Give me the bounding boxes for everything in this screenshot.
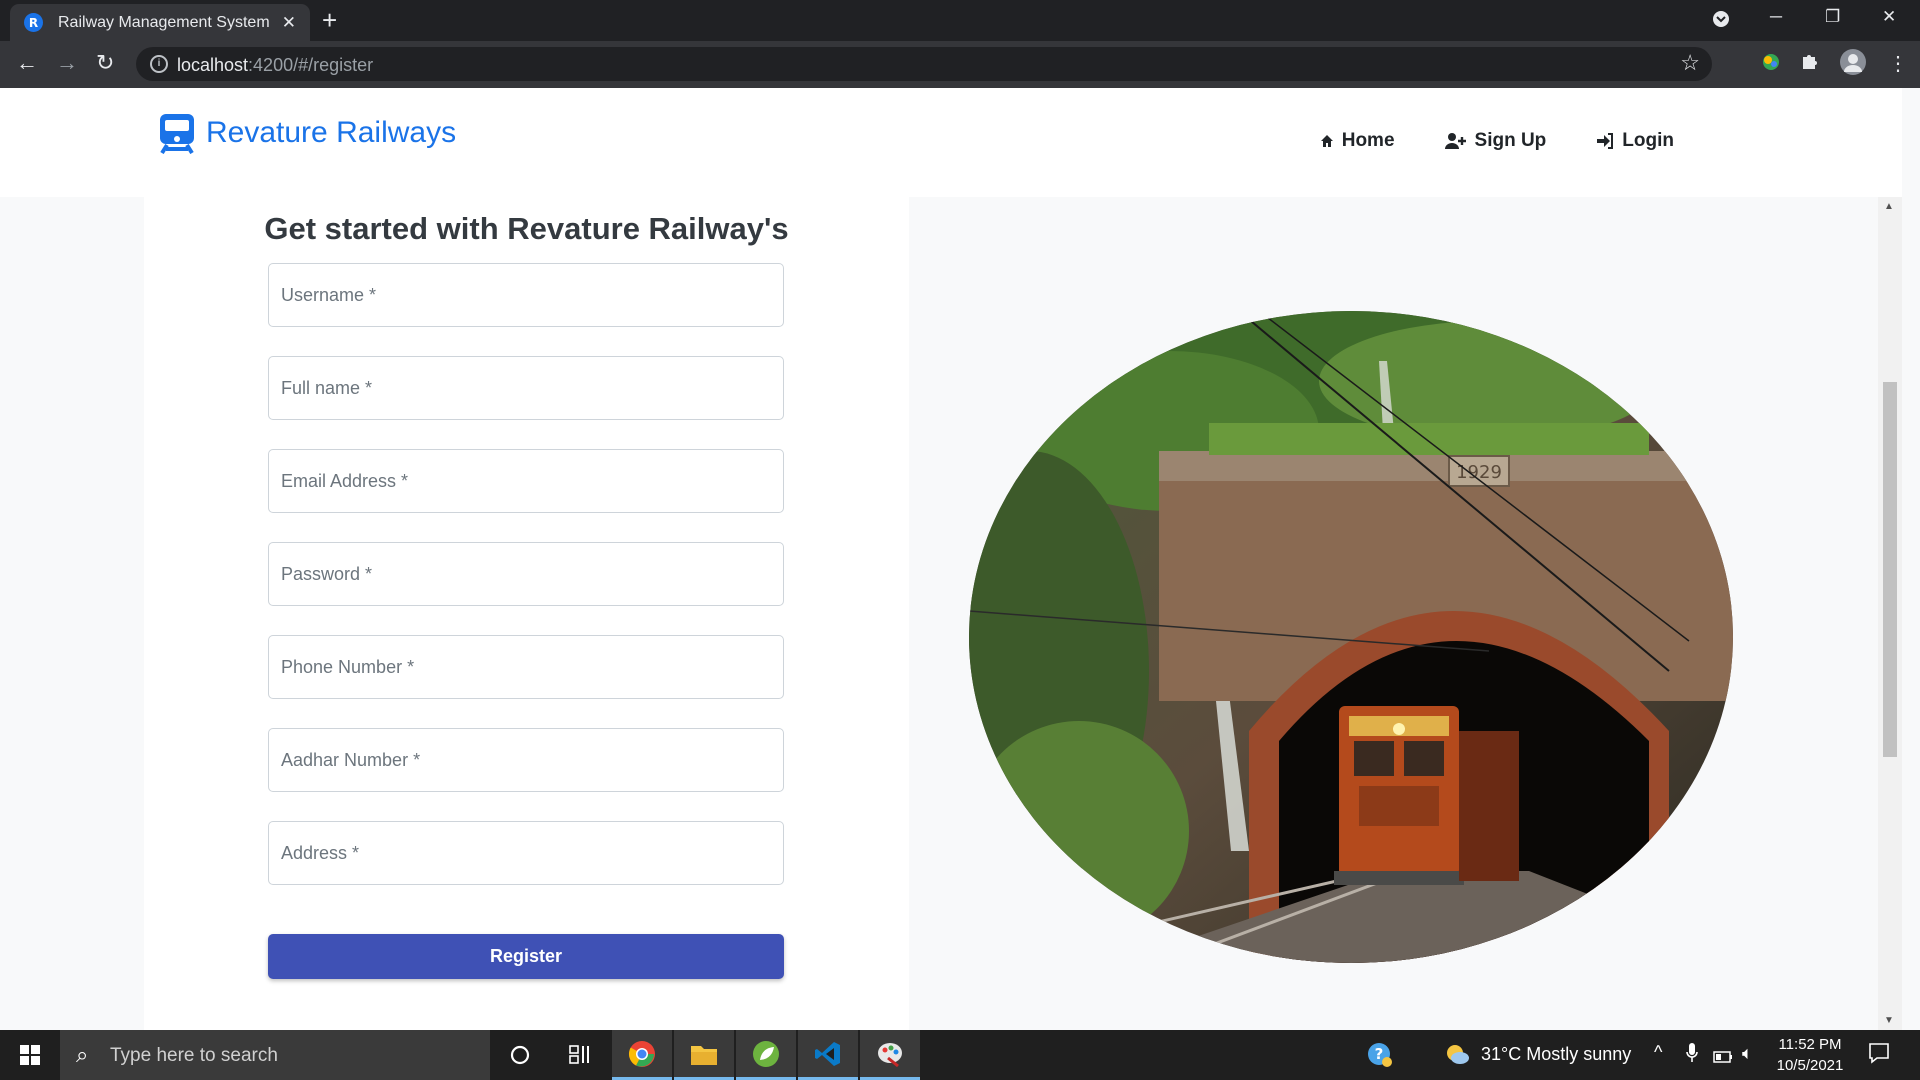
email-input[interactable] (269, 450, 783, 512)
browser-tab[interactable]: R Railway Management System ✕ (10, 4, 310, 41)
spring-tools-icon[interactable] (736, 1030, 796, 1080)
profile-avatar-icon[interactable] (1840, 49, 1866, 81)
address-bar[interactable]: i localhost:4200/#/register ☆ (136, 47, 1712, 81)
volume-icon[interactable]: 🔈︎ (1742, 1043, 1753, 1064)
tab-search-icon[interactable] (1711, 9, 1731, 34)
cortana-icon[interactable] (490, 1030, 550, 1080)
show-hidden-icons-icon[interactable]: ^ (1654, 1042, 1662, 1063)
new-tab-icon[interactable]: + (322, 5, 337, 36)
weather-text[interactable]: 31°C Mostly sunny (1481, 1044, 1631, 1065)
register-card: Get started with Revature Railway's Regi… (144, 197, 909, 1030)
chrome-taskbar-icon[interactable] (612, 1030, 672, 1080)
file-explorer-icon[interactable] (674, 1030, 734, 1080)
address-input[interactable] (269, 822, 783, 884)
nav-home-link[interactable]: Home (1320, 130, 1395, 152)
scroll-up-icon[interactable]: ▲ (1884, 201, 1894, 212)
windows-taskbar: ⌕ Type here to search ? 31°C Mostly sunn… (0, 1030, 1920, 1080)
nav-login-label: Login (1622, 130, 1674, 151)
bookmark-star-icon[interactable]: ☆ (1680, 50, 1700, 76)
scroll-down-icon[interactable]: ▼ (1884, 1015, 1894, 1026)
train-logo-icon (160, 114, 194, 154)
vscode-icon[interactable] (798, 1030, 858, 1080)
locomotive (1334, 706, 1519, 885)
clock-time: 11:52 PM (1778, 1036, 1842, 1053)
browser-tab-strip: R Railway Management System ✕ + ─ ❐ ✕ (0, 0, 1920, 41)
address-field[interactable] (268, 821, 784, 885)
home-icon (1320, 135, 1333, 147)
nav-links: Home Sign Up Login (1320, 130, 1674, 152)
help-icon[interactable]: ? (1367, 1042, 1393, 1073)
back-arrow-icon[interactable]: ← (16, 50, 38, 76)
sign-in-icon (1597, 133, 1614, 149)
scrollbar-thumb[interactable] (1883, 382, 1897, 757)
minimize-icon[interactable]: ─ (1770, 7, 1782, 27)
task-view-icon[interactable] (550, 1030, 610, 1080)
form-title: Get started with Revature Railway's (264, 211, 789, 246)
nav-signup-label: Sign Up (1474, 130, 1547, 151)
password-field[interactable] (268, 542, 784, 606)
browser-toolbar: ← → ↻ i localhost:4200/#/register ☆ ⋮ (0, 41, 1920, 88)
forward-arrow-icon[interactable]: → (56, 50, 78, 76)
email-field[interactable] (268, 449, 784, 513)
taskbar-search[interactable]: ⌕ Type here to search (60, 1030, 490, 1080)
microphone-icon[interactable] (1686, 1042, 1698, 1069)
phone-number-field[interactable] (268, 635, 784, 699)
site-navbar: Revature Railways Home Sign Up Login (0, 88, 1902, 197)
brand-name: Revature Railways (206, 116, 457, 149)
brand[interactable]: Revature Railways (158, 112, 456, 154)
full-name-input[interactable] (269, 357, 783, 419)
taskbar-clock[interactable]: 11:52 PM 10/5/2021 (1760, 1034, 1860, 1076)
weather-sun-icon[interactable] (1444, 1043, 1470, 1070)
username-field[interactable] (268, 263, 784, 327)
extension-icon[interactable] (1760, 51, 1782, 79)
phone-number-input[interactable] (269, 636, 783, 698)
tab-favicon-icon: R (24, 13, 43, 32)
username-input[interactable] (269, 264, 783, 326)
close-tab-icon[interactable]: ✕ (282, 13, 296, 33)
hero-train-tunnel-image: 1929 (969, 311, 1733, 963)
url-text[interactable]: localhost:4200/#/register (177, 55, 373, 76)
extensions-puzzle-icon[interactable] (1800, 51, 1820, 77)
nav-signup-link[interactable]: Sign Up (1444, 130, 1547, 152)
tab-title: Railway Management System (58, 13, 270, 31)
windows-logo-icon (20, 1045, 40, 1065)
page-viewport: Revature Railways Home Sign Up Login Get… (0, 88, 1902, 1030)
aadhar-number-field[interactable] (268, 728, 784, 792)
site-info-icon[interactable]: i (150, 55, 168, 73)
aadhar-number-input[interactable] (269, 729, 783, 791)
nav-home-label: Home (1341, 130, 1395, 151)
start-button[interactable] (0, 1030, 60, 1080)
svg-text:?: ? (1375, 1045, 1384, 1063)
restore-icon[interactable]: ❐ (1825, 7, 1840, 27)
search-icon: ⌕ (76, 1042, 89, 1067)
taskbar-search-placeholder: Type here to search (110, 1045, 278, 1066)
full-name-field[interactable] (268, 356, 784, 420)
register-button[interactable]: Register (268, 934, 784, 979)
close-window-icon[interactable]: ✕ (1882, 7, 1896, 27)
password-input[interactable] (269, 543, 783, 605)
battery-icon[interactable] (1713, 1047, 1733, 1068)
notifications-icon[interactable] (1868, 1042, 1890, 1069)
nav-login-link[interactable]: Login (1596, 130, 1674, 152)
user-plus-icon (1444, 133, 1466, 149)
page-scrollbar[interactable]: ▲ ▼ (1878, 197, 1902, 1030)
clock-date: 10/5/2021 (1776, 1057, 1844, 1074)
paint-icon[interactable] (860, 1030, 920, 1080)
browser-menu-icon[interactable]: ⋮ (1888, 51, 1908, 76)
reload-icon[interactable]: ↻ (96, 50, 114, 76)
